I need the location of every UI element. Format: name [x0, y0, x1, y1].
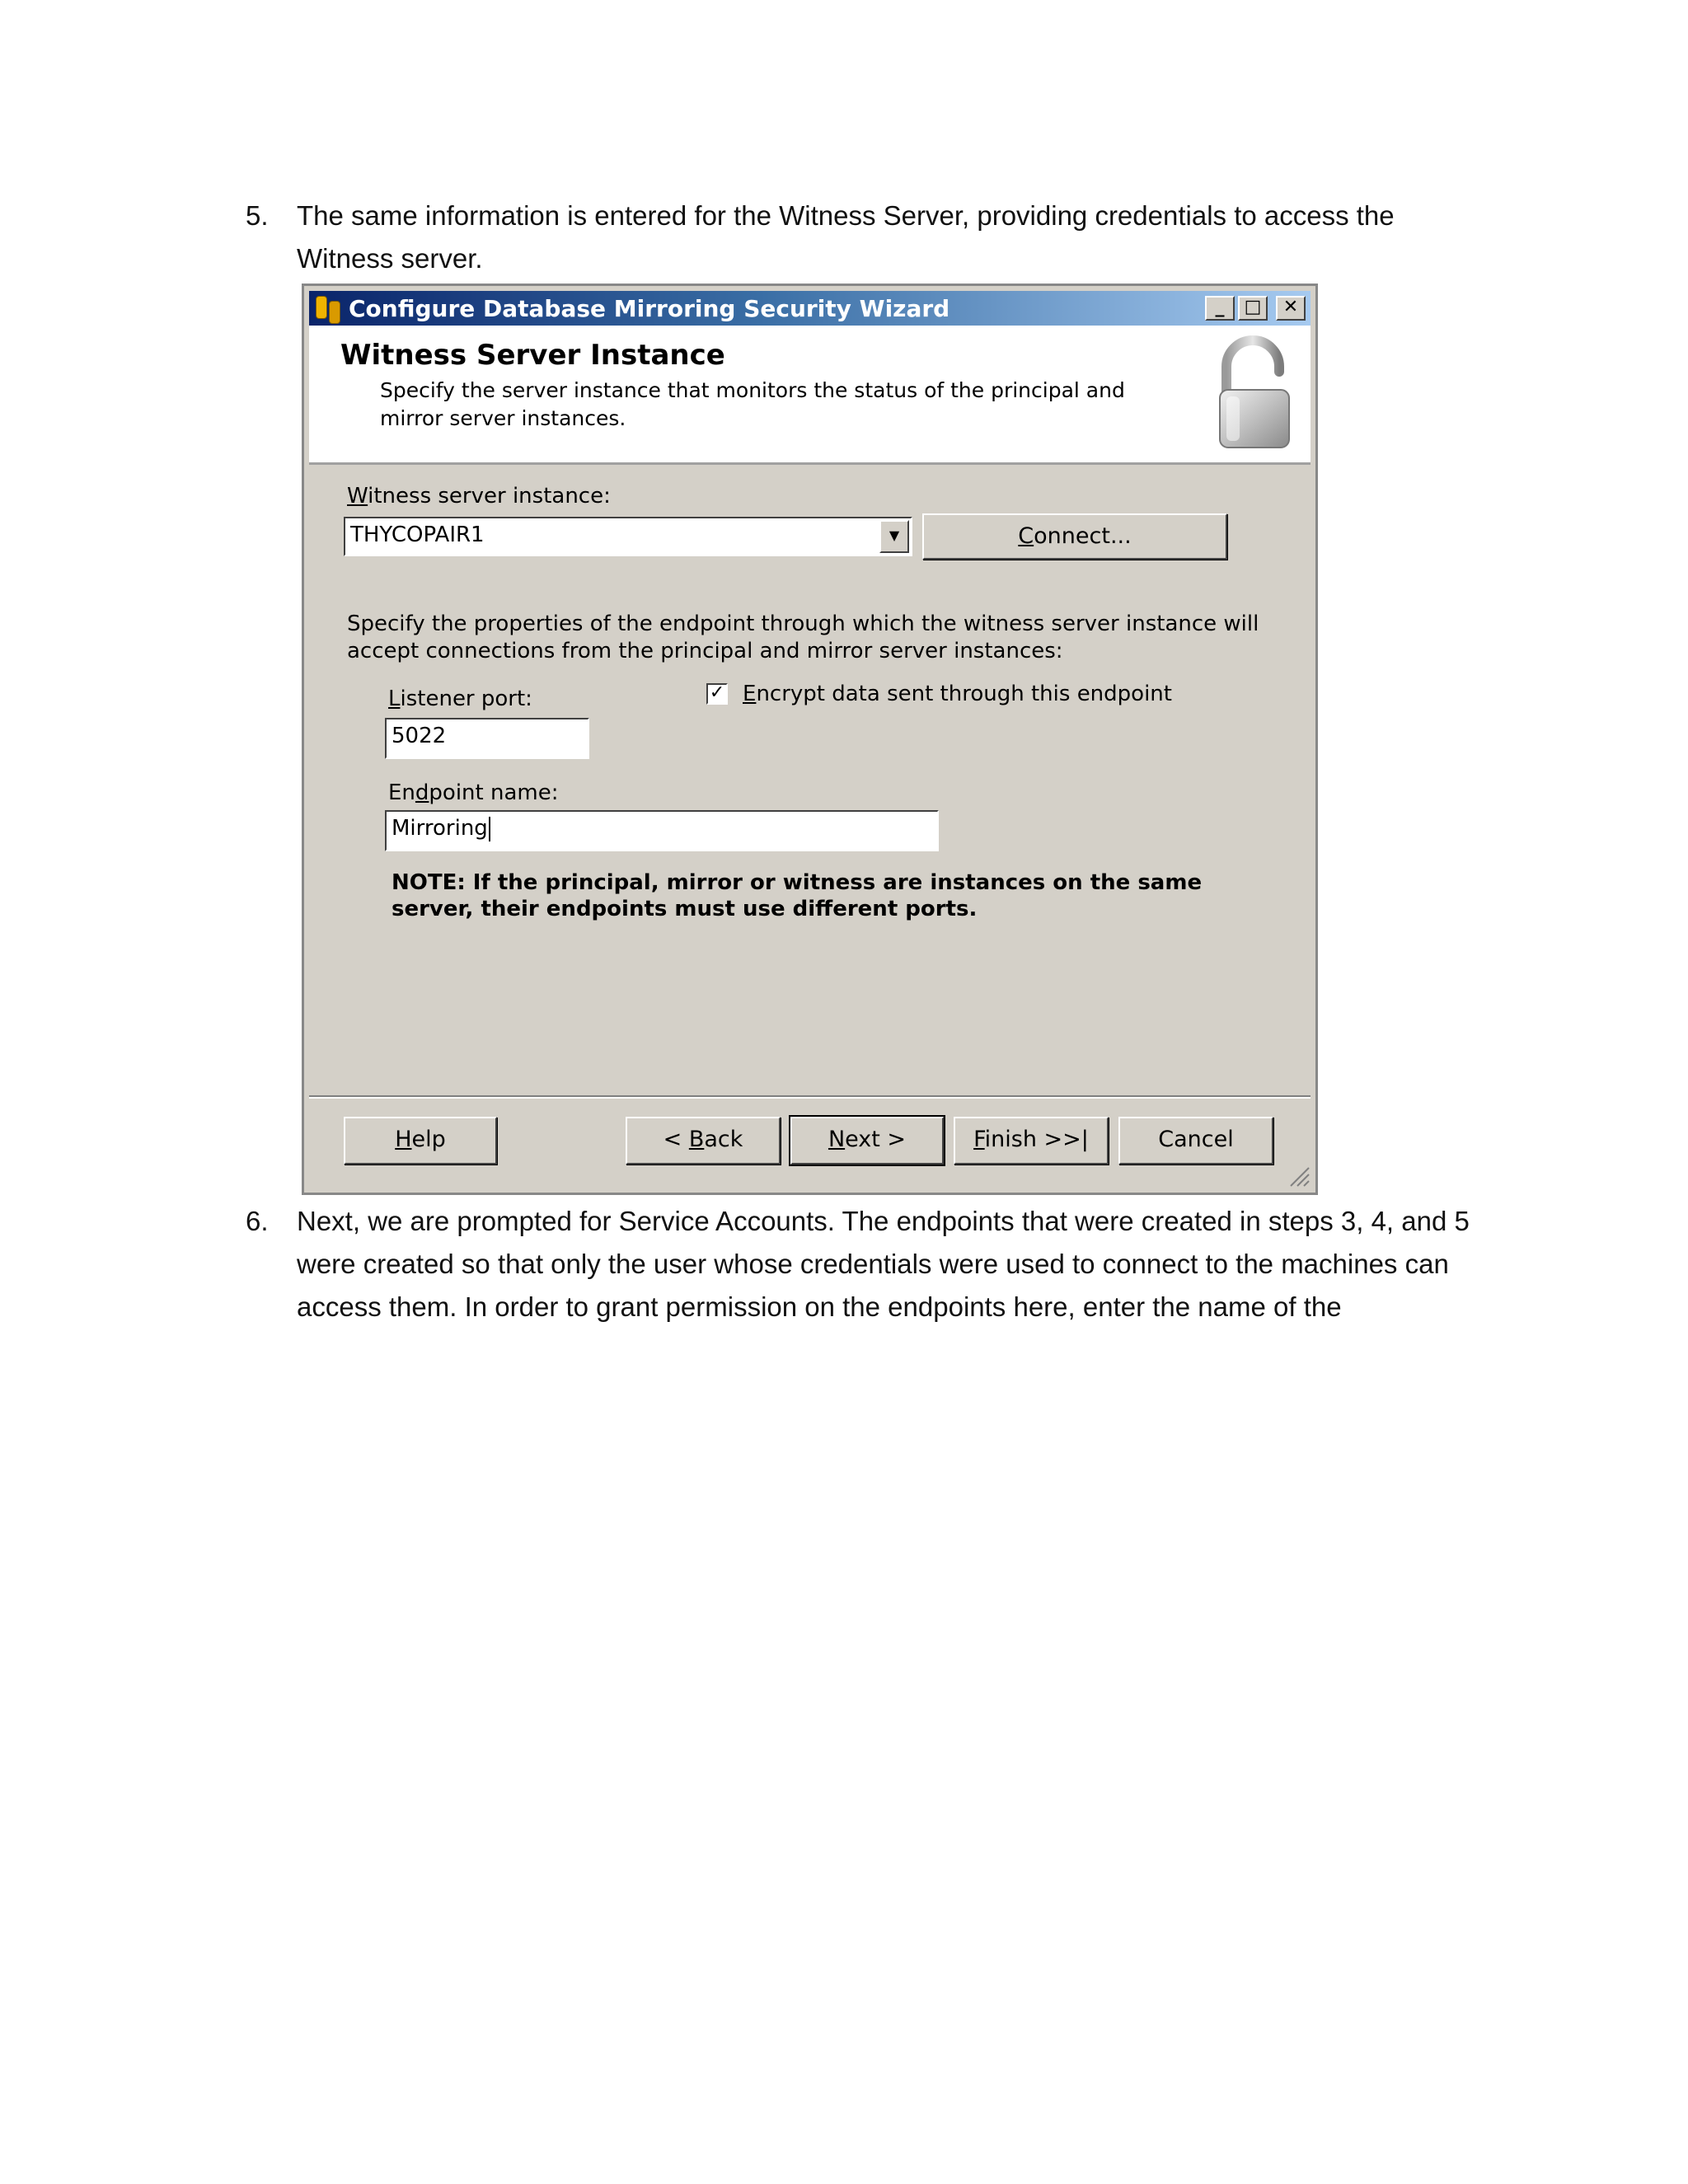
chevron-down-icon[interactable]: ▼ [879, 520, 909, 553]
cancel-button[interactable]: Cancel [1118, 1117, 1273, 1165]
footer-divider [309, 1095, 1311, 1099]
step-number: 6. [246, 1206, 269, 1236]
listener-port-input[interactable]: 5022 [385, 718, 589, 759]
title-bar[interactable]: Configure Database Mirroring Security Wi… [309, 291, 1311, 326]
witness-server-value: THYCOPAIR1 [350, 523, 485, 547]
endpoint-description: Specify the properties of the endpoint t… [347, 612, 1259, 663]
listener-port-label: Listener port: [388, 687, 532, 711]
padlock-icon [1219, 335, 1290, 448]
text-cursor [488, 816, 490, 841]
database-icon [314, 294, 342, 324]
wizard-dialog: Configure Database Mirroring Security Wi… [302, 284, 1318, 1195]
step-text: Next, we are prompted for Service Accoun… [297, 1206, 1470, 1322]
witness-server-label: Witness server instance: [347, 484, 611, 509]
window-controls: _ □ ✕ [1205, 296, 1306, 321]
step-text: The same information is entered for the … [297, 200, 1395, 274]
step-6-paragraph: 6. Next, we are prompted for Service Acc… [246, 1200, 1498, 1329]
endpoint-name-label: Endpoint name: [388, 780, 559, 805]
encrypt-checkbox[interactable]: ✓ [706, 683, 728, 705]
close-button[interactable]: ✕ [1276, 296, 1306, 321]
ports-note: NOTE: If the principal, mirror or witnes… [392, 870, 1203, 921]
page-description: Specify the server instance that monitor… [380, 378, 1125, 430]
endpoint-name-input[interactable]: Mirroring [385, 810, 939, 851]
maximize-button[interactable]: □ [1238, 296, 1268, 321]
encrypt-label[interactable]: Encrypt data sent through this endpoint [743, 682, 1172, 706]
wizard-header: Witness Server Instance Specify the serv… [309, 326, 1311, 465]
step-5-paragraph: 5. The same information is entered for t… [246, 194, 1498, 280]
finish-button[interactable]: Finish >>| [954, 1117, 1109, 1165]
window-title: Configure Database Mirroring Security Wi… [349, 294, 950, 322]
page-title: Witness Server Instance [340, 339, 725, 372]
witness-server-combo[interactable]: THYCOPAIR1 ▼ [344, 517, 912, 556]
resize-grip-icon[interactable] [1286, 1163, 1311, 1188]
minimize-button[interactable]: _ [1205, 296, 1235, 321]
help-button[interactable]: Help [344, 1117, 497, 1165]
back-button[interactable]: < Back [626, 1117, 781, 1165]
step-number: 5. [246, 200, 269, 231]
connect-button[interactable]: Connect... [922, 513, 1227, 560]
next-button[interactable]: Next > [789, 1115, 945, 1166]
endpoint-name-value: Mirroring [392, 816, 488, 841]
